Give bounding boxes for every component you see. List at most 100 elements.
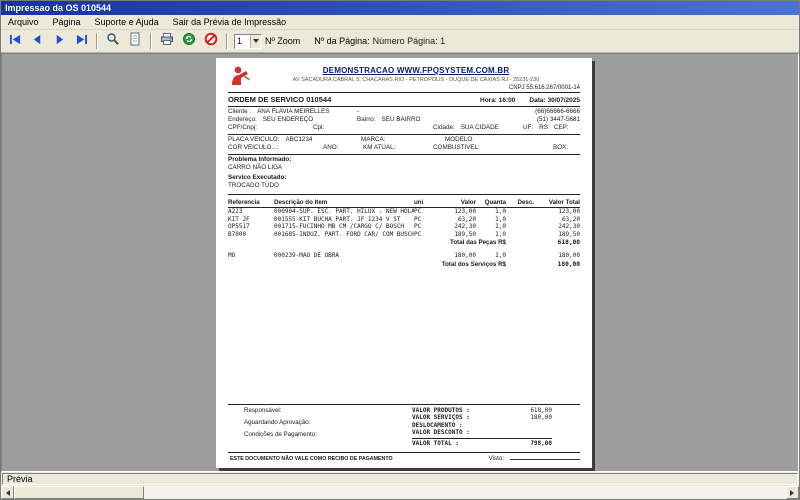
table-row: OP5517 001715-FUCINHO MB CM /CARGO C/ BO…	[228, 223, 580, 231]
ano-label: ANO:	[323, 144, 363, 152]
placa-label: PLACA VEICULO:	[228, 136, 279, 143]
valor-total-row: VALOR TOTAL : 798,00	[412, 438, 552, 448]
total-servicos-row: Total dos Serviços R$ 180,00	[228, 260, 580, 269]
total-pecas-row: Total das Peças R$ 618,00	[228, 238, 580, 247]
next-page-button[interactable]	[49, 32, 69, 50]
zoom-label: Nº Zoom	[265, 36, 300, 46]
toolbar-separator	[150, 33, 152, 49]
close-preview-button[interactable]	[201, 32, 221, 50]
aprovacao-label: Aguardando Aprovação:	[244, 419, 412, 426]
client-row-3: CPF/Cnpj: Cpl: Cidade:SUA CIDADE UF:RSCE…	[228, 124, 580, 132]
print-preview-window: Impressao da OS 010544 Arquivo Página Su…	[0, 0, 800, 500]
endereco-label: Endereço:	[228, 116, 257, 123]
cor-label: COR VEICULO...:	[228, 144, 323, 152]
page-number-value: Número Página: 1	[373, 36, 446, 46]
header-valor: Valor	[436, 199, 476, 206]
cep-label: CEP:	[554, 124, 569, 131]
cidade-label: Cidade:	[433, 124, 455, 131]
responsavel-label: Responsável:	[244, 407, 412, 414]
visto-signature-line	[510, 459, 580, 460]
prev-page-button[interactable]	[27, 32, 47, 50]
valor-desconto-row: VALOR DESCONTO :	[412, 429, 552, 437]
scrollbar-track[interactable]	[144, 486, 786, 499]
vehicle-row-1: PLACA VEICULO:ABC1234 MARCA: MODELO:	[228, 136, 580, 144]
menu-suporte-ajuda[interactable]: Suporte e Ajuda	[88, 16, 166, 28]
disclaimer-text: ESTE DOCUMENTO NÃO VALE COMO RECIBO DE P…	[228, 456, 489, 462]
first-page-button[interactable]	[5, 32, 25, 50]
service-order-document: DEMONSTRACAO WWW.FPQSYSTEM.COM.BR AV SAC…	[216, 58, 592, 468]
print-button[interactable]	[157, 32, 177, 50]
placa-value: ABC1234	[285, 136, 312, 143]
footer-totals-block: VALOR PRODUTOS : 618,00 VALOR SERVIÇOS :…	[412, 407, 552, 448]
toolbar: 1 Nº Zoom Nº da Página: Número Página: 1	[1, 30, 799, 53]
chevron-down-icon[interactable]	[250, 35, 261, 48]
visto-label: Visto:	[489, 455, 504, 462]
company-logo-icon	[228, 65, 252, 87]
order-title: ORDEM DE SERVICO 010544	[228, 95, 480, 104]
order-date: Data: 30/07/2025	[529, 97, 580, 104]
table-row: B7000 001685-INDUZ. PART. FORD CAR/ COM …	[228, 231, 580, 239]
header-quanta: Quanta	[476, 199, 506, 206]
vehicle-row-2: COR VEICULO...: ANO: KM ATUAL: COMBUSTIV…	[228, 144, 580, 152]
settings-button[interactable]	[179, 32, 199, 50]
scroll-left-button[interactable]	[1, 486, 14, 499]
uf-label: UF:	[523, 124, 533, 131]
footer-signature-block: Responsável: Aguardando Aprovação: Condi…	[228, 407, 412, 448]
combustivel-label: COMBUSTIVEL:	[433, 144, 553, 152]
valor-total-value: 798,00	[512, 440, 552, 448]
km-label: KM ATUAL:	[363, 144, 433, 152]
company-address: AV SACADURA CABRAL 5, CHACARAS RIO - PET…	[252, 77, 580, 83]
header-uni: uni	[414, 199, 436, 206]
prev-page-icon	[31, 32, 44, 50]
vehicle-section: PLACA VEICULO:ABC1234 MARCA: MODELO: COR…	[228, 135, 580, 155]
client-section: Cliente :ANA FLAVIA MEIRELLES - (66)6666…	[228, 107, 580, 135]
document-footer: Responsável: Aguardando Aprovação: Condi…	[228, 404, 580, 451]
servico-value: TROCADO TUDO	[228, 182, 580, 190]
zoom-select[interactable]: 1	[234, 34, 262, 49]
status-text: Prévia	[2, 473, 798, 485]
table-row: KIT JF 001555-KIT BUCHA PART. JF 1234 V …	[228, 216, 580, 224]
endereco-value: SEU ENDEREÇO	[263, 116, 313, 123]
cpf-label: CPF/Cnpj:	[228, 124, 313, 132]
cancel-icon	[204, 32, 218, 51]
preview-area[interactable]: DEMONSTRACAO WWW.FPQSYSTEM.COM.BR AV SAC…	[1, 53, 799, 472]
total-servicos-value: 180,00	[534, 260, 580, 269]
horizontal-scrollbar[interactable]	[1, 486, 799, 499]
valor-total-label: VALOR TOTAL :	[412, 440, 512, 448]
scroll-left-icon	[3, 490, 10, 496]
menu-bar: Arquivo Página Suporte e Ajuda Sair da P…	[1, 15, 799, 30]
valor-servicos-row: VALOR SERVIÇOS : 180,00	[412, 414, 552, 422]
document-header: DEMONSTRACAO WWW.FPQSYSTEM.COM.BR AV SAC…	[228, 64, 580, 93]
printer-icon	[160, 32, 174, 51]
title-bar[interactable]: Impressao da OS 010544	[1, 1, 799, 15]
page-setup-button[interactable]	[125, 32, 145, 50]
problem-section: Problema Informado: CARRO NÃO LIGA Servi…	[228, 155, 580, 195]
items-table-header: Referencia Descrição do Item uni Valor Q…	[228, 197, 580, 208]
last-page-button[interactable]	[71, 32, 91, 50]
menu-pagina[interactable]: Página	[46, 16, 88, 28]
cliente-label: Cliente :	[228, 108, 251, 115]
header-desc: Desc.	[506, 199, 534, 206]
status-bar: Prévia	[1, 472, 799, 486]
servico-label: Servico Executado:	[228, 174, 580, 182]
client-phone-2: (51) 3447-5681	[502, 116, 580, 124]
menu-arquivo[interactable]: Arquivo	[1, 16, 46, 28]
company-name: DEMONSTRACAO WWW.FPQSYSTEM.COM.BR	[252, 66, 580, 75]
first-page-icon	[9, 32, 22, 50]
bairro-label: Bairro:	[357, 116, 376, 123]
problema-value: CARRO NÃO LIGA	[228, 164, 580, 172]
page-number-label: Nº da Página:	[314, 36, 369, 46]
client-row-2: Endereço:SEU ENDEREÇO Bairro:SEU BAIRRO …	[228, 116, 580, 124]
page-icon	[128, 32, 142, 51]
menu-sair-previa[interactable]: Sair da Prévia de Impressão	[166, 16, 294, 28]
scroll-right-button[interactable]	[786, 486, 799, 499]
zoom-select-value: 1	[235, 35, 250, 48]
scrollbar-thumb[interactable]	[14, 486, 144, 499]
client-row-1: Cliente :ANA FLAVIA MEIRELLES - (66)6666…	[228, 108, 580, 116]
document-bottom-row: ESTE DOCUMENTO NÃO VALE COMO RECIBO DE P…	[228, 452, 580, 462]
cliente-value: ANA FLAVIA MEIRELLES	[257, 108, 329, 115]
zoom-button[interactable]	[103, 32, 123, 50]
toolbar-separator	[226, 33, 228, 49]
scroll-right-icon	[790, 490, 797, 496]
last-page-icon	[75, 32, 88, 50]
